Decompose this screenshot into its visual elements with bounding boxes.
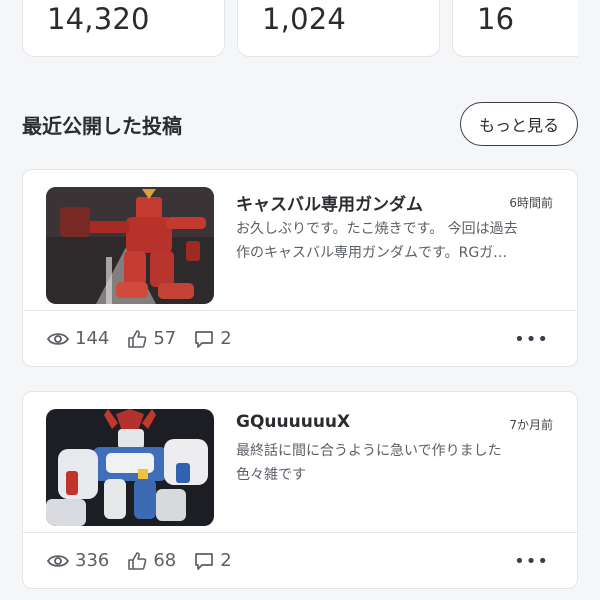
see-more-button[interactable]: もっと見る — [459, 102, 578, 146]
post-time: 6時間前 — [509, 196, 553, 210]
stat-card-likes: 1,024 — [237, 0, 440, 57]
stat-value: 14,320 — [47, 1, 150, 36]
comments-count: 2 — [220, 328, 232, 349]
post-title[interactable]: GQuuuuuuX — [236, 412, 350, 432]
post-footer: 144 57 2 ••• — [23, 311, 577, 366]
post-card[interactable]: キャスバル専用ガンダム 6時間前 お久しぶりです。たこ焼きです。 今回は過去 作… — [22, 169, 578, 367]
post-footer: 336 68 2 ••• — [23, 533, 577, 588]
views-metric: 144 — [47, 328, 109, 349]
comment-icon — [195, 552, 214, 570]
stat-value: 16 — [477, 1, 515, 36]
comments-count: 2 — [220, 550, 232, 571]
eye-icon — [47, 332, 69, 345]
likes-count: 68 — [153, 550, 177, 571]
red-gundam-model-photo — [46, 187, 214, 304]
likes-metric[interactable]: 68 — [127, 550, 176, 571]
stat-card-views: 14,320 — [22, 0, 225, 57]
white-blue-gundam-model-photo — [46, 409, 214, 526]
recent-posts-header: 最近公開した投稿 もっと見る — [22, 100, 578, 148]
views-count: 144 — [75, 328, 110, 349]
stat-card-posts: 16 — [452, 0, 578, 57]
likes-count: 57 — [153, 328, 177, 349]
thumbs-up-icon — [128, 551, 147, 570]
likes-metric[interactable]: 57 — [127, 328, 176, 349]
thumbs-up-icon — [128, 329, 147, 348]
views-metric: 336 — [47, 550, 109, 571]
post-title[interactable]: キャスバル専用ガンダム — [236, 190, 423, 215]
more-dots-icon[interactable]: ••• — [514, 329, 549, 350]
post-excerpt: お久しぶりです。たこ焼きです。 今回は過去 作のキャスバル専用ガンダムです。RG… — [236, 221, 518, 261]
comment-icon — [195, 330, 214, 348]
post-main[interactable]: GQuuuuuuX 7か月前 最終話に間に合うように急いで作りました 色々雑です — [23, 392, 577, 532]
eye-icon — [47, 554, 69, 567]
views-count: 336 — [75, 550, 110, 571]
comments-metric[interactable]: 2 — [194, 550, 232, 571]
page: 14,320 1,024 16 最近公開した投稿 もっと見る キャスバル専用ガン… — [0, 0, 600, 600]
post-excerpt: 最終話に間に合うように急いで作りました 色々雑です — [236, 443, 502, 483]
section-title: 最近公開した投稿 — [22, 113, 182, 138]
post-thumbnail[interactable] — [46, 187, 214, 304]
stat-value: 1,024 — [262, 1, 347, 36]
post-main[interactable]: キャスバル専用ガンダム 6時間前 お久しぶりです。たこ焼きです。 今回は過去 作… — [23, 170, 577, 310]
post-card[interactable]: GQuuuuuuX 7か月前 最終話に間に合うように急いで作りました 色々雑です… — [22, 391, 578, 589]
more-dots-icon[interactable]: ••• — [514, 551, 549, 572]
stats-row: 14,320 1,024 16 — [22, 0, 578, 57]
post-thumbnail[interactable] — [46, 409, 214, 526]
post-time: 7か月前 — [509, 418, 553, 432]
comments-metric[interactable]: 2 — [194, 328, 232, 349]
